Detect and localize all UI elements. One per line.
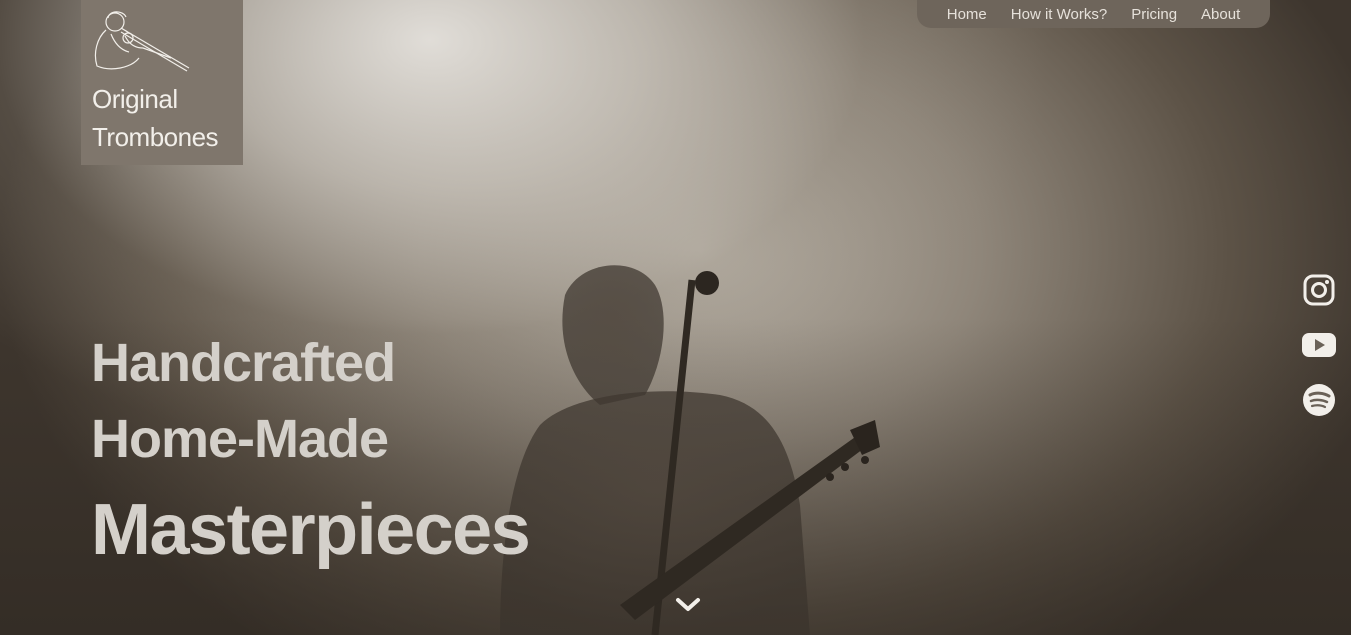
nav-pricing-link[interactable]: Pricing: [1131, 6, 1177, 23]
nav-how-it-works-link[interactable]: How it Works?: [1011, 6, 1107, 23]
hero-line-handcrafted: Handcrafted: [91, 333, 396, 393]
spotify-icon[interactable]: [1302, 383, 1336, 417]
brand-logo[interactable]: Original Trombones: [81, 0, 243, 165]
brand-name-line2: Trombones: [92, 122, 219, 152]
nav-about-link[interactable]: About: [1201, 6, 1240, 23]
hero-line-masterpieces: Masterpieces: [91, 490, 531, 570]
main-nav: Home How it Works? Pricing About: [917, 0, 1270, 28]
trombone-player-icon: [94, 11, 190, 72]
chevron-down-icon[interactable]: [674, 594, 702, 616]
nav-home-link[interactable]: Home: [947, 6, 987, 23]
guitarist-silhouette: [500, 265, 880, 635]
instagram-icon[interactable]: [1302, 273, 1336, 307]
hero-line-home-made: Home-Made: [91, 409, 389, 469]
brand-name-line1: Original: [92, 84, 178, 114]
youtube-icon[interactable]: [1302, 328, 1336, 362]
